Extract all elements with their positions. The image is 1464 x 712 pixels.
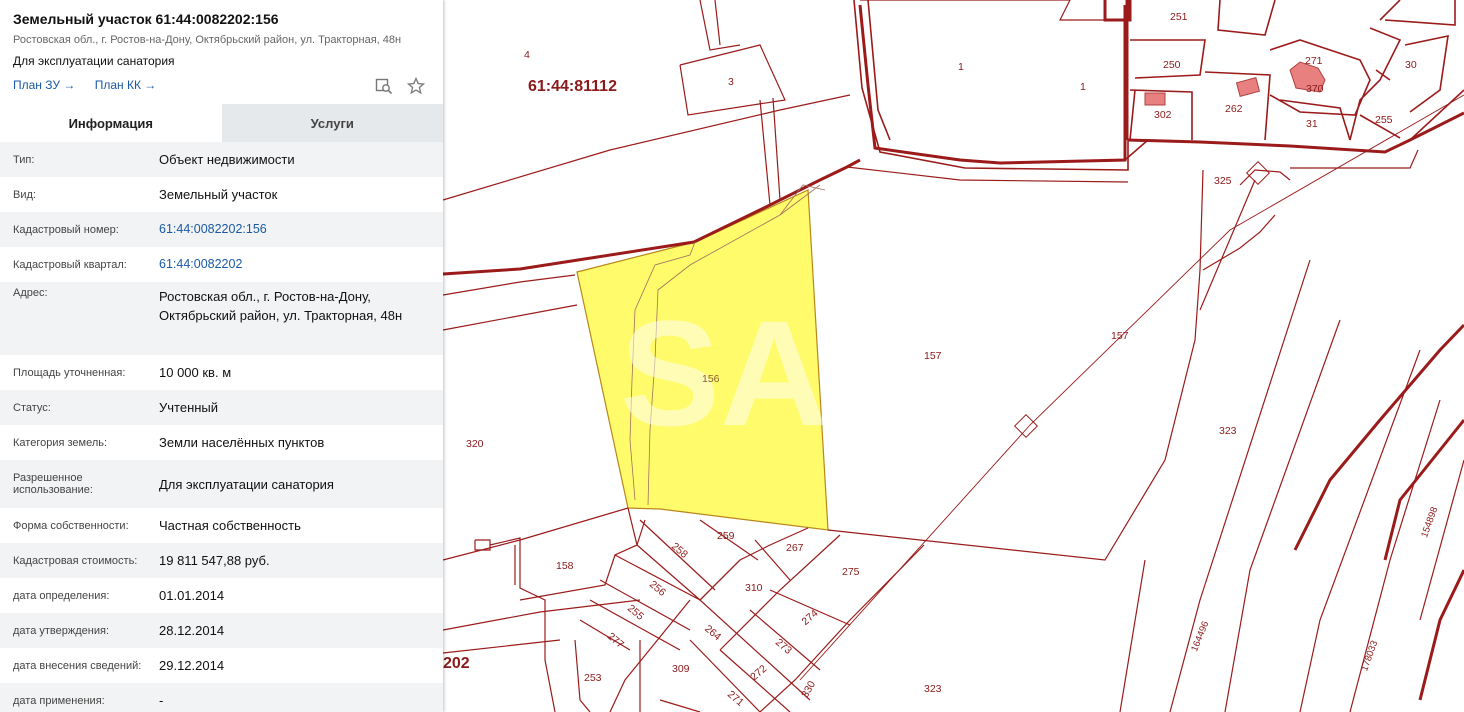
search-map-icon[interactable]	[375, 77, 393, 95]
field-value: 28.12.2014	[159, 623, 225, 638]
field-label: дата внесения сведений:	[13, 659, 142, 672]
field-label: дата определения:	[13, 589, 110, 602]
parcel-label: 259	[717, 530, 735, 542]
panel-header: Земельный участок 61:44:0082202:156 Рост…	[0, 0, 443, 95]
cadastral-quarter-link[interactable]: 61:44:0082202	[159, 247, 443, 282]
parcel-label: 157	[924, 350, 942, 362]
parcel-label: 1	[958, 61, 964, 73]
field-value: 29.12.2014	[159, 658, 225, 673]
table-row: дата внесения сведений: 29.12.2014	[0, 648, 443, 683]
table-row: Тип: Объект недвижимости	[0, 142, 443, 177]
field-label: Вид:	[13, 188, 36, 201]
plan-links: План ЗУ → План КК →	[13, 78, 430, 93]
table-row: Вид: Земельный участок	[0, 177, 443, 212]
parcel-label: 253	[584, 672, 602, 684]
parcel-label: 275	[842, 566, 860, 578]
field-label: Кадастровая стоимость:	[13, 554, 138, 567]
field-value: 01.01.2014	[159, 588, 225, 603]
field-label: Статус:	[13, 401, 51, 414]
field-label: Кадастровый квартал:	[13, 258, 127, 271]
table-row: Разрешенное использование: Для эксплуата…	[0, 460, 443, 508]
parcel-label: 370	[1306, 83, 1324, 95]
table-row: дата определения: 01.01.2014	[0, 578, 443, 613]
table-row: Кадастровый номер: 61:44:0082202:156	[0, 212, 443, 247]
table-row: Кадастровый квартал: 61:44:0082202	[0, 247, 443, 282]
parcel-label: 320	[466, 438, 484, 450]
field-value: Земли населённых пунктов	[159, 435, 325, 450]
edge-quarter-label: 202	[443, 655, 470, 672]
tab-information[interactable]: Информация	[0, 104, 222, 142]
plan-kk-link[interactable]: План КК →	[95, 78, 157, 92]
parcel-label: 323	[1219, 425, 1237, 437]
table-row: Кадастровая стоимость: 19 811 547,88 руб…	[0, 543, 443, 578]
field-value: Земельный участок	[159, 187, 278, 202]
plan-zu-link[interactable]: План ЗУ →	[13, 78, 75, 92]
field-label: Разрешенное использование:	[13, 472, 93, 496]
field-label: Площадь уточненная:	[13, 366, 126, 379]
field-label: дата утверждения:	[13, 624, 110, 637]
field-label: Категория земель:	[13, 436, 108, 449]
field-value: -	[159, 693, 164, 708]
parcel-label: 251	[1170, 11, 1188, 23]
parcel-label: 3	[728, 76, 734, 88]
table-row: Статус: Учтенный	[0, 390, 443, 425]
address-subtitle: Ростовская обл., г. Ростов-на-Дону, Октя…	[13, 34, 402, 46]
parcel-label: 267	[786, 542, 804, 554]
parcel-label: 1	[1080, 81, 1086, 93]
table-row: Площадь уточненная: 10 000 кв. м	[0, 355, 443, 390]
field-value: Учтенный	[159, 400, 219, 415]
parcel-label: 30	[1405, 59, 1417, 71]
field-label: дата применения:	[13, 694, 105, 707]
quarter-label: 61:44:81112	[528, 78, 617, 95]
field-value: Объект недвижимости	[159, 152, 295, 167]
parcel-label: 325	[1214, 175, 1232, 187]
parcel-label: 4	[524, 49, 530, 61]
map-watermark: SAR	[620, 289, 937, 457]
field-value: Для эксплуатации санатория	[159, 476, 334, 492]
info-panel: Земельный участок 61:44:0082202:156 Рост…	[0, 0, 443, 712]
parcel-label: 255	[1375, 114, 1393, 126]
parcel-label: 302	[1154, 109, 1172, 121]
field-value: 19 811 547,88 руб.	[159, 553, 270, 568]
page-title: Земельный участок 61:44:0082202:156	[13, 11, 279, 27]
parcel-label: 309	[672, 663, 690, 675]
field-value: 10 000 кв. м	[159, 365, 232, 380]
header-icons	[375, 76, 426, 95]
table-row: Категория земель: Земли населённых пункт…	[0, 425, 443, 460]
table-row: дата утверждения: 28.12.2014	[0, 613, 443, 648]
field-label: Кадастровый номер:	[13, 223, 119, 236]
star-icon[interactable]	[406, 76, 426, 95]
parcel-label: 310	[745, 582, 763, 594]
field-label: Тип:	[13, 153, 35, 166]
parcel-label: 157	[1111, 330, 1129, 342]
table-row: Адрес: Ростовская обл., г. Ростов-на-Дон…	[0, 282, 443, 355]
tab-services[interactable]: Услуги	[221, 104, 443, 142]
table-row: дата применения: -	[0, 683, 443, 712]
field-label: Форма собственности:	[13, 519, 129, 532]
parcel-label: 158	[556, 560, 574, 572]
panel-tabs: Информация Услуги	[0, 104, 443, 142]
usage-subtitle: Для эксплуатации санатория	[13, 54, 175, 68]
parcel-label: 250	[1163, 59, 1181, 71]
parcel-label: 271	[1305, 55, 1323, 67]
table-row: Форма собственности: Частная собственнос…	[0, 508, 443, 543]
field-value: Частная собственность	[159, 518, 301, 533]
parcel-label: 31	[1306, 118, 1318, 130]
info-table: Тип: Объект недвижимости Вид: Земельный …	[0, 142, 443, 712]
field-label: Адрес:	[13, 287, 48, 299]
parcel-label: 323	[924, 683, 942, 695]
parcel-label: 262	[1225, 103, 1243, 115]
parcel-label: 156	[702, 373, 720, 385]
cadastral-number-link[interactable]: 61:44:0082202:156	[159, 212, 443, 247]
field-value: Ростовская обл., г. Ростов-на-Дону, Октя…	[159, 289, 403, 323]
